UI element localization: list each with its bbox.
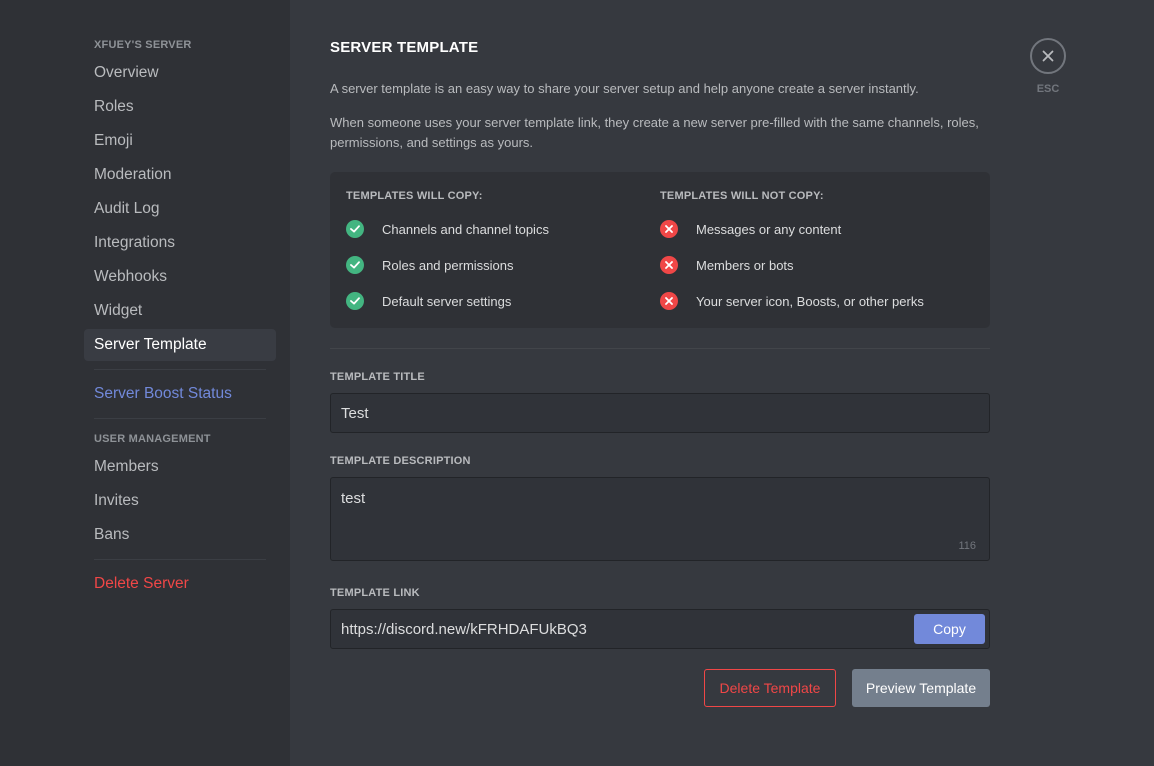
intro-text: A server template is an easy way to shar… [330,81,919,96]
will-copy-label: Default server settings [382,293,512,309]
template-title-input[interactable]: Test [330,393,990,433]
will-copy-title: TEMPLATES WILL COPY: [346,190,483,202]
will-copy-item: Roles and permissions [346,255,514,275]
sidebar-item-webhooks[interactable]: Webhooks [84,261,276,293]
will-copy-label: Roles and permissions [382,257,514,273]
user-management-header: USER MANAGEMENT [94,433,211,445]
sidebar-item-delete-server[interactable]: Delete Server [84,568,276,600]
character-counter: 116 [958,540,976,552]
sidebar-item-moderation[interactable]: Moderation [84,159,276,191]
sidebar-item-widget[interactable]: Widget [84,295,276,327]
x-icon [660,256,678,274]
will-copy-label: Channels and channel topics [382,221,549,237]
template-description-input[interactable]: test 116 [330,477,990,561]
will-copy-item: Default server settings [346,291,511,311]
will-not-copy-title: TEMPLATES WILL NOT COPY: [660,190,824,202]
check-icon [346,256,364,274]
will-copy-item: Channels and channel topics [346,219,549,239]
sidebar-item-invites[interactable]: Invites [84,485,276,517]
sidebar-item-members[interactable]: Members [84,451,276,483]
sidebar-divider [94,418,266,419]
server-name-header: XFUEY'S SERVER [94,39,192,51]
delete-template-button[interactable]: Delete Template [704,669,836,707]
copy-link-button[interactable]: Copy [914,614,985,644]
template-title-value: Test [341,404,369,422]
close-control: ESC [1030,38,1066,95]
sidebar-divider [94,369,266,370]
template-title-label: TEMPLATE TITLE [330,371,425,383]
will-not-copy-label: Messages or any content [696,221,842,237]
sidebar-item-server-boost-status[interactable]: Server Boost Status [84,378,276,410]
check-icon [346,292,364,310]
will-not-copy-item: Members or bots [660,255,794,275]
esc-label: ESC [1036,83,1060,95]
sidebar-item-bans[interactable]: Bans [84,519,276,551]
will-not-copy-item: Your server icon, Boosts, or other perks [660,291,924,311]
template-link-field[interactable]: https://discord.new/kFRHDAFUkBQ3 Copy [330,609,990,649]
sidebar-divider [94,559,266,560]
template-copy-info: TEMPLATES WILL COPY: Channels and channe… [330,172,990,328]
x-icon [660,220,678,238]
sidebar-item-overview[interactable]: Overview [84,57,276,89]
template-description-value: test [341,490,366,507]
close-button[interactable] [1030,38,1066,74]
will-not-copy-label: Members or bots [696,257,794,273]
sidebar-item-audit-log[interactable]: Audit Log [84,193,276,225]
template-link-label: TEMPLATE LINK [330,587,420,599]
sidebar-item-roles[interactable]: Roles [84,91,276,123]
settings-nav: XFUEY'S SERVER Overview Roles Emoji Mode… [84,33,276,602]
will-not-copy-label: Your server icon, Boosts, or other perks [696,293,924,309]
intro-text-2: When someone uses your server template l… [330,115,979,150]
close-icon [1042,50,1054,62]
section-divider [330,348,990,349]
will-not-copy-item: Messages or any content [660,219,841,239]
x-icon [660,292,678,310]
preview-template-button[interactable]: Preview Template [852,669,990,707]
check-icon [346,220,364,238]
page-title: SERVER TEMPLATE [330,39,479,56]
settings-sidebar: XFUEY'S SERVER Overview Roles Emoji Mode… [0,0,290,766]
sidebar-item-integrations[interactable]: Integrations [84,227,276,259]
sidebar-item-server-template[interactable]: Server Template [84,329,276,361]
sidebar-item-emoji[interactable]: Emoji [84,125,276,157]
template-description-label: TEMPLATE DESCRIPTION [330,455,471,467]
template-link-value: https://discord.new/kFRHDAFUkBQ3 [341,620,587,638]
